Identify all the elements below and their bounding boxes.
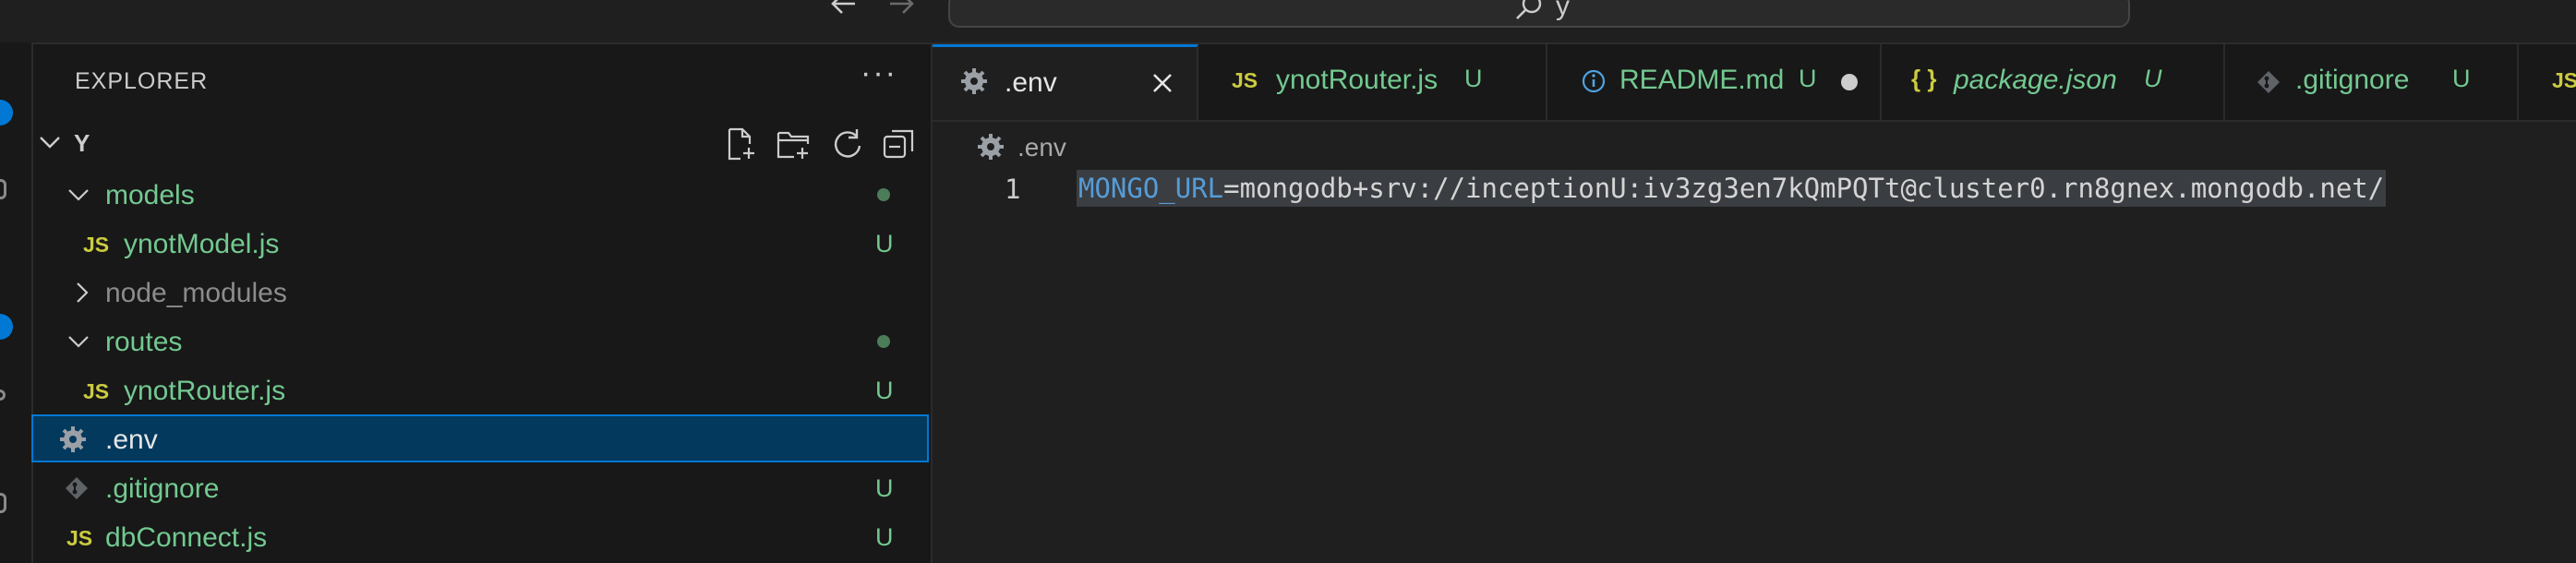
tree-item-label: dbConnect.js <box>105 522 268 553</box>
code-line[interactable]: MONGO_URL=mongodb+srv://inceptionU:iv3zg… <box>1077 170 2387 207</box>
workspace-root-label[interactable]: Y <box>74 129 90 158</box>
tab-label: package.json <box>1954 65 2117 95</box>
editor-area[interactable]: .env 1 MONGO_URL=mongodb+srv://inception… <box>933 122 2576 563</box>
tab-overflow[interactable]: JS <box>2519 44 2576 120</box>
explorer-title: EXPLORER <box>75 68 209 94</box>
status-badge: U <box>875 474 894 502</box>
command-center-search[interactable]: y <box>948 0 2130 28</box>
tree-folder-node-modules[interactable]: node_modules <box>33 268 929 316</box>
tree-item-label: node_modules <box>105 278 287 308</box>
status-badge: U <box>2452 65 2471 92</box>
editor-tab-bar: .env JS ynotRouter.js U README.md U { } … <box>933 44 2576 122</box>
close-icon[interactable] <box>1150 71 1174 100</box>
tree-folder-models[interactable]: models <box>33 170 929 218</box>
collapse-all-icon[interactable] <box>881 126 918 167</box>
tab-gitignore[interactable]: .gitignore U <box>2225 44 2519 120</box>
chevron-right-icon <box>70 281 94 309</box>
tree-item-label: models <box>105 180 195 210</box>
chevron-down-icon <box>66 329 90 358</box>
tree-file-ynotrouter[interactable]: JS ynotRouter.js U <box>33 365 929 413</box>
gear-icon <box>977 133 1005 165</box>
gear-icon <box>59 425 87 458</box>
line-number: 1 <box>1005 174 1021 205</box>
search-icon <box>1513 0 1545 29</box>
gear-icon <box>960 67 988 100</box>
unsaved-dot-icon[interactable] <box>1841 74 1858 90</box>
tab-label: ynotRouter.js <box>1276 65 1438 95</box>
tab-env[interactable]: .env <box>933 44 1198 120</box>
tree-folder-routes[interactable]: routes <box>33 317 929 365</box>
js-icon: JS <box>1232 68 1258 92</box>
activity-badge-icon[interactable] <box>0 314 13 340</box>
arrow-right-icon[interactable] <box>885 0 918 27</box>
tab-label: README.md <box>1619 65 1785 95</box>
more-actions-icon[interactable]: ··· <box>861 55 897 91</box>
modified-dot-icon <box>877 188 890 201</box>
title-bar: y <box>0 0 2576 44</box>
activity-item-icon[interactable] <box>0 389 6 401</box>
js-icon: JS <box>2552 68 2576 92</box>
status-badge: U <box>875 230 894 258</box>
arrow-left-icon[interactable] <box>827 0 861 27</box>
tab-readme[interactable]: README.md U <box>1547 44 1882 120</box>
tab-label: .env <box>1005 67 1057 98</box>
tree-item-label: ynotModel.js <box>124 229 280 259</box>
activity-item-icon[interactable] <box>0 179 6 199</box>
command-center-text: y <box>1556 0 1570 21</box>
status-badge: U <box>1799 65 1817 92</box>
chevron-down-icon <box>66 183 90 211</box>
refresh-icon[interactable] <box>829 126 866 167</box>
tab-package-json[interactable]: { } package.json U <box>1882 44 2225 120</box>
tree-file-env[interactable]: .env <box>31 414 929 462</box>
status-badge: U <box>1464 65 1483 92</box>
tree-file-dbconnect[interactable]: JS dbConnect.js U <box>33 512 929 560</box>
new-folder-icon[interactable] <box>776 126 813 167</box>
js-icon: JS <box>83 233 110 257</box>
modified-dot-icon <box>877 335 890 348</box>
info-icon <box>1581 68 1607 99</box>
braces-icon: { } <box>1911 65 1937 92</box>
git-icon <box>65 476 89 505</box>
tree-item-label: ynotRouter.js <box>124 376 286 406</box>
git-icon <box>2257 70 2281 99</box>
tree-file-ynotmodel[interactable]: JS ynotModel.js U <box>33 219 929 267</box>
js-icon: JS <box>83 379 110 403</box>
tree-file-gitignore[interactable]: .gitignore U <box>33 463 929 511</box>
explorer-sidebar: EXPLORER ··· Y models JS ynotModel.js U … <box>31 44 933 563</box>
tree-item-label: .gitignore <box>105 473 220 504</box>
activity-item-icon[interactable] <box>0 493 6 513</box>
status-badge: U <box>875 523 894 551</box>
code-value: =mongodb+srv://inceptionU:iv3zg3en7kQmPQ… <box>1223 173 2385 204</box>
new-file-icon[interactable] <box>722 126 759 167</box>
status-badge: U <box>875 377 894 404</box>
chevron-down-icon[interactable] <box>37 129 63 160</box>
tree-item-label: routes <box>105 327 183 357</box>
activity-badge-icon[interactable] <box>0 100 13 126</box>
tab-label: .gitignore <box>2295 65 2410 95</box>
activity-bar <box>0 42 33 563</box>
tab-ynotrouter[interactable]: JS ynotRouter.js U <box>1198 44 1547 120</box>
breadcrumb-label: .env <box>1017 133 1066 162</box>
code-key: MONGO_URL <box>1078 173 1224 204</box>
js-icon: JS <box>66 526 93 550</box>
status-badge: U <box>2144 65 2162 92</box>
tree-item-label: .env <box>105 425 158 455</box>
